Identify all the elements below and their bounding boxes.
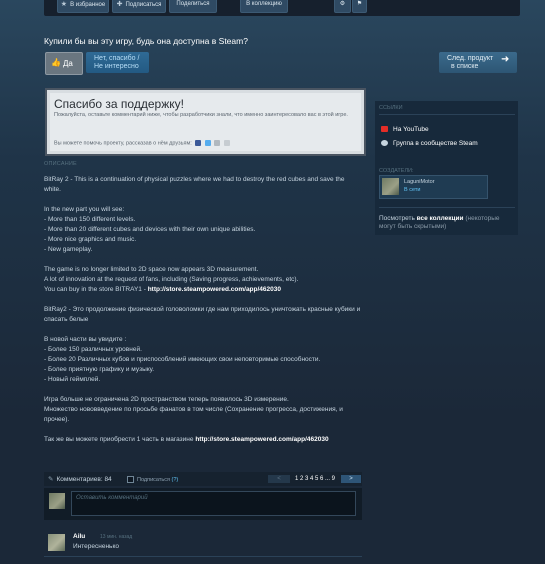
description-paragraph: Так же вы можете приобрести 1 часть в ма… <box>44 436 329 443</box>
thank-you-title: Спасибо за поддержку! <box>54 97 184 111</box>
description-label: ОПИСАНИЕ <box>44 161 77 167</box>
subscribe-thread-toggle[interactable]: Подписаться (?) <box>127 476 178 483</box>
thank-you-panel: Спасибо за поддержку! Пожалуйста, оставь… <box>45 88 366 156</box>
links-title: ССЫЛКИ <box>379 105 403 111</box>
thumbs-up-icon: 👍 <box>51 58 61 67</box>
subscribe-checkbox[interactable] <box>127 476 134 483</box>
thank-you-subtitle: Пожалуйста, оставьте комментарий ниже, ч… <box>54 112 348 118</box>
pagination[interactable]: 1 2 3 4 5 6 ... 9 <box>291 475 339 483</box>
description-body: BitRay 2 - This is a continuation of phy… <box>44 175 362 445</box>
comment-time: 13 мин. назад <box>100 534 133 540</box>
star-icon: ★ <box>60 1 68 8</box>
reddit-icon[interactable] <box>214 140 221 146</box>
vote-no-button[interactable]: Нет, спасибо / Не интересно <box>86 52 149 73</box>
share-row: Вы можете помочь проекту, рассказав о нё… <box>54 140 230 146</box>
top-toolbar: ★ В избранное ✚ Подписаться Поделиться В к… <box>44 0 520 16</box>
settings-button[interactable]: ⚙ <box>334 0 351 13</box>
description-paragraph: В новой части вы увидите : - Более 150 р… <box>44 336 321 383</box>
comment-input[interactable]: Оставить комментарий <box>71 491 356 516</box>
comment-avatar[interactable] <box>48 534 65 551</box>
comment-item: Ailu 13 мин. назад Интересненько <box>44 531 362 553</box>
comment-author[interactable]: Ailu <box>73 533 85 540</box>
description-paragraph: In the new part you will see: - More tha… <box>44 206 256 253</box>
user-avatar <box>49 493 65 509</box>
youtube-icon <box>381 126 388 133</box>
comments-header: ✎ Комментариев: 84 Подписаться (?) < 1 2 … <box>44 472 362 486</box>
description-paragraph: BitRay2 - Это продолжение физической гол… <box>44 306 361 323</box>
flag-icon: ⚑ <box>356 1 363 7</box>
description-paragraph: BitRay 2 - This is a continuation of phy… <box>44 176 345 193</box>
comment-count: ✎ Комментариев: 84 <box>48 476 112 483</box>
creator-status: В сети <box>404 187 421 193</box>
twitter-icon[interactable] <box>204 140 211 146</box>
comment-icon: ✎ <box>48 476 54 483</box>
creators-title: СОЗДАТЕЛИ: <box>379 168 414 174</box>
community-group-link[interactable]: Группа в сообществе Steam <box>381 140 478 147</box>
thumbs-up-icon: ✚ <box>116 1 123 8</box>
divider <box>379 114 515 115</box>
favorite-button[interactable]: ★ В избранное <box>57 0 109 13</box>
report-button[interactable]: ⚑ <box>352 0 367 13</box>
vote-yes-button[interactable]: 👍 Да <box>45 52 83 75</box>
description-paragraph: Игра больше не ограничена 2D пространств… <box>44 396 343 423</box>
add-to-collection-button[interactable]: В коллекцию <box>240 0 288 13</box>
view-collections-link[interactable]: Посмотреть все коллекции (некоторые могу… <box>379 215 515 231</box>
next-in-queue-button[interactable]: След. продукт в списке ➜ <box>439 52 517 73</box>
next-page-button[interactable]: > <box>341 475 361 483</box>
description-paragraph: The game is no longer limited to 2D spac… <box>44 266 299 293</box>
youtube-link[interactable]: На YouTube <box>381 126 429 133</box>
arrow-right-icon: ➜ <box>501 54 510 65</box>
creator-avatar <box>382 178 399 195</box>
subscribe-button[interactable]: ✚ Подписаться <box>112 0 166 13</box>
divider <box>379 207 515 208</box>
sidebar-panel: ССЫЛКИ На YouTube Группа в сообществе St… <box>375 101 518 235</box>
divider <box>44 556 362 557</box>
share-button[interactable]: Поделиться <box>169 0 217 13</box>
vote-question: Купили бы вы эту игру, будь она доступна… <box>44 36 248 46</box>
thank-you-content: Спасибо за поддержку! Пожалуйста, оставь… <box>50 93 361 151</box>
comment-composer: Оставить комментарий <box>44 488 362 520</box>
prev-page-button[interactable]: < <box>268 475 290 483</box>
creator-card[interactable]: LaguniMotor В сети <box>379 175 488 199</box>
comment-text: Интересненько <box>73 543 119 550</box>
facebook-icon[interactable] <box>195 140 202 146</box>
gear-icon: ⚙ <box>339 1 346 7</box>
store-link[interactable]: http://store.steampowered.com/app/462030 <box>195 436 328 443</box>
google-plus-icon[interactable] <box>223 140 230 146</box>
store-link[interactable]: http://store.steampowered.com/app/462030 <box>148 286 281 293</box>
creator-name: LaguniMotor <box>404 179 435 185</box>
steam-icon <box>381 140 388 147</box>
